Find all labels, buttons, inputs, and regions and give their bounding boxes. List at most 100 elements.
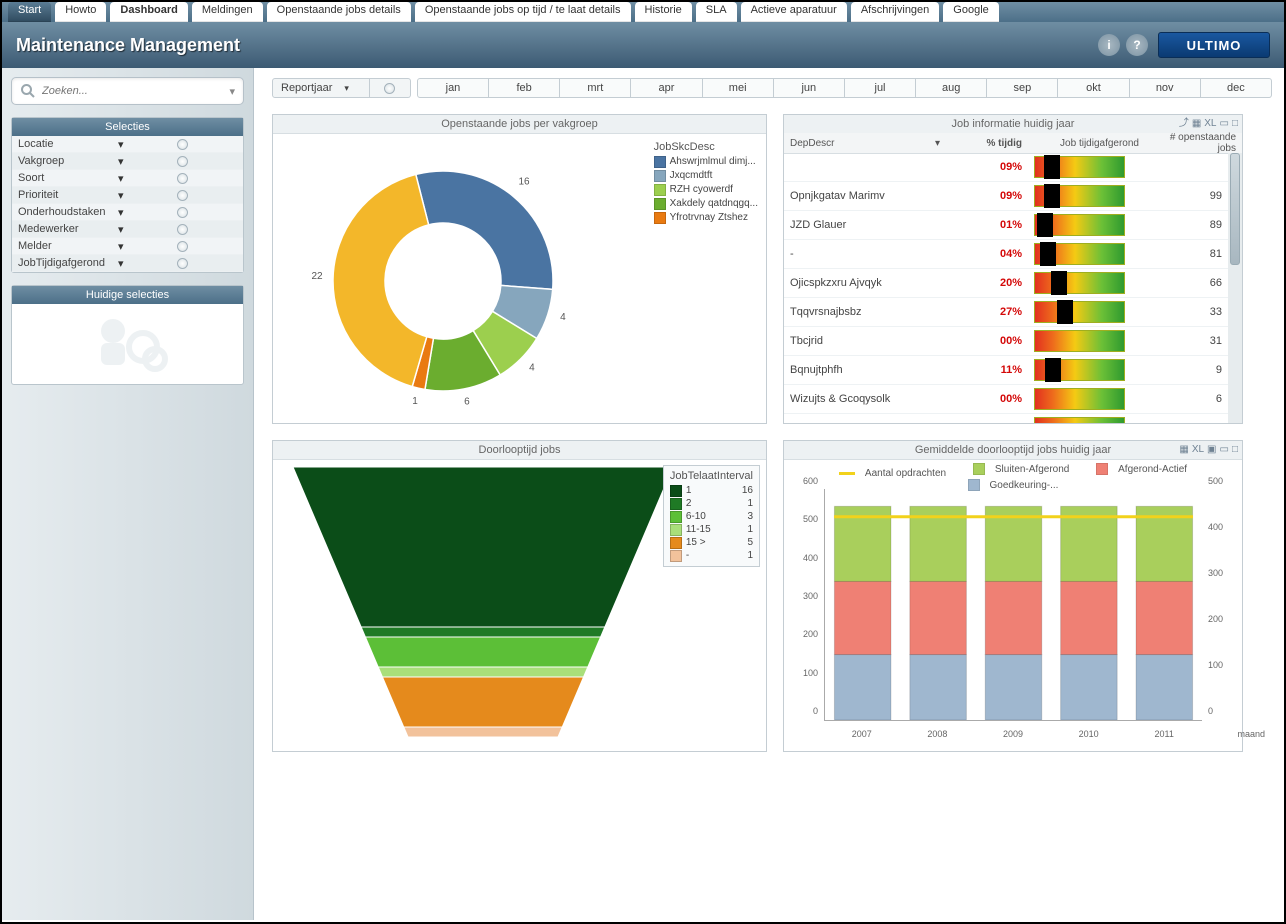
svg-text:22: 22: [311, 271, 323, 282]
search-box[interactable]: ▾: [11, 77, 244, 105]
scrollbar[interactable]: [1228, 153, 1242, 423]
filter-row[interactable]: JobTijdigafgerond▾: [12, 255, 243, 272]
col-job-tijdig[interactable]: Job tijdigafgerond: [1028, 138, 1145, 149]
filter-row[interactable]: Medewerker▾: [12, 221, 243, 238]
selections-panel: Selecties Locatie▾Vakgroep▾Soort▾Priorit…: [11, 117, 244, 273]
tab-afschrijvingen[interactable]: Afschrijvingen: [851, 2, 939, 22]
card-donut-title: Openstaande jobs per vakgroep: [273, 115, 766, 134]
table-row[interactable]: Opnjkgatav Marimv09%99: [784, 182, 1228, 211]
month-mei[interactable]: mei: [703, 78, 774, 98]
tab-google[interactable]: Google: [943, 2, 998, 22]
tab-dashboard[interactable]: Dashboard: [110, 2, 187, 22]
fastforward-icon[interactable]: ▣: [1207, 441, 1216, 459]
filter-clear[interactable]: [128, 190, 237, 201]
chevron-down-icon: ▾: [118, 206, 128, 219]
table-row[interactable]: JZD Glauer01%89: [784, 211, 1228, 240]
month-apr[interactable]: apr: [631, 78, 702, 98]
table-row[interactable]: Wizujts & Gcoqysolk00%6: [784, 385, 1228, 414]
chevron-down-icon: ▾: [118, 223, 128, 236]
legend-swatch-icon: [654, 170, 666, 182]
timeline-clear[interactable]: [370, 78, 411, 98]
filter-label: Melder: [18, 240, 118, 252]
month-jan[interactable]: jan: [417, 78, 489, 98]
filter-row[interactable]: Soort▾: [12, 170, 243, 187]
month-jul[interactable]: jul: [845, 78, 916, 98]
month-jun[interactable]: jun: [774, 78, 845, 98]
tab-sla[interactable]: SLA: [696, 2, 737, 22]
filter-row[interactable]: Locatie▾: [12, 136, 243, 153]
col-depdescr[interactable]: DepDescr▾: [784, 138, 946, 149]
tab-howto[interactable]: Howto: [55, 2, 106, 22]
month-aug[interactable]: aug: [916, 78, 987, 98]
col-pct-tijdig[interactable]: % tijdig: [946, 138, 1028, 149]
xl-icon[interactable]: XL: [1204, 115, 1216, 133]
filter-clear[interactable]: [128, 224, 237, 235]
help-icon[interactable]: ?: [1126, 34, 1148, 56]
month-sep[interactable]: sep: [987, 78, 1058, 98]
month-feb[interactable]: feb: [489, 78, 560, 98]
info-icon[interactable]: i: [1098, 34, 1120, 56]
tab-meldingen[interactable]: Meldingen: [192, 2, 263, 22]
chevron-down-icon[interactable]: ▾: [229, 85, 235, 98]
scrollbar-thumb[interactable]: [1230, 153, 1240, 265]
search-input[interactable]: [40, 84, 229, 98]
month-mrt[interactable]: mrt: [560, 78, 631, 98]
card-combo: Gemiddelde doorlooptijd jobs huidig jaar…: [783, 440, 1243, 752]
table-row[interactable]: Tbcjrid00%31: [784, 327, 1228, 356]
minimize-icon[interactable]: ▭: [1220, 115, 1229, 133]
tab-actieve-aparatuur[interactable]: Actieve aparatuur: [741, 2, 847, 22]
clear-icon: [177, 241, 188, 252]
tab-open-jobs-ontime[interactable]: Openstaande jobs op tijd / te laat detai…: [415, 2, 631, 22]
table-icon[interactable]: ▦: [1179, 441, 1188, 459]
filter-clear[interactable]: [128, 258, 237, 269]
tab-open-jobs-details[interactable]: Openstaande jobs details: [267, 2, 411, 22]
card-donut: Openstaande jobs per vakgroep 16446122 J…: [272, 114, 767, 424]
legend-swatch-icon: [654, 212, 666, 224]
xl-icon[interactable]: XL: [1192, 441, 1204, 459]
filter-row[interactable]: Onderhoudstaken▾: [12, 204, 243, 221]
page-title: Maintenance Management: [16, 35, 240, 56]
filter-row[interactable]: Prioriteit▾: [12, 187, 243, 204]
maximize-icon[interactable]: □: [1232, 115, 1238, 133]
maximize-icon[interactable]: □: [1232, 441, 1238, 459]
current-selections-header: Huidige selecties: [12, 286, 243, 304]
legend-swatch-icon: [654, 198, 666, 210]
minimize-icon[interactable]: ▭: [1220, 441, 1229, 459]
chevron-down-icon: ▾: [118, 240, 128, 253]
table-row[interactable]: Tqqvrsnajbsbz27%33: [784, 298, 1228, 327]
month-dec[interactable]: dec: [1201, 78, 1272, 98]
filter-clear[interactable]: [128, 173, 237, 184]
filter-row[interactable]: Melder▾: [12, 238, 243, 255]
tab-strip: Start Howto Dashboard Meldingen Openstaa…: [2, 2, 1284, 22]
filter-label: Prioriteit: [18, 189, 118, 201]
month-okt[interactable]: okt: [1058, 78, 1129, 98]
reportjaar-select[interactable]: Reportjaar ▾: [272, 78, 370, 98]
chevron-down-icon: ▾: [935, 138, 940, 149]
legend-swatch-icon: [670, 537, 682, 549]
filter-label: Vakgroep: [18, 155, 118, 167]
current-selections-panel: Huidige selecties: [11, 285, 244, 385]
export-icon[interactable]: ⤴: [1179, 115, 1189, 133]
clear-icon: [177, 173, 188, 184]
tab-historie[interactable]: Historie: [635, 2, 692, 22]
main-area: Reportjaar ▾ janfebmrtaprmeijunjulaugsep…: [254, 68, 1284, 920]
combo-chart: [825, 489, 1202, 720]
table-row[interactable]: Bqnujtphfh11%9: [784, 356, 1228, 385]
table-row[interactable]: -04%81: [784, 240, 1228, 269]
table-icon[interactable]: ▦: [1192, 115, 1201, 133]
clear-icon: [177, 224, 188, 235]
month-nov[interactable]: nov: [1130, 78, 1201, 98]
table-row[interactable]: Ojicspkzxru Ajvqyk20%66: [784, 269, 1228, 298]
col-open-jobs[interactable]: # openstaande jobs: [1145, 132, 1242, 154]
table-row[interactable]: 09%: [784, 153, 1228, 182]
chevron-down-icon: ▾: [118, 172, 128, 185]
tab-start[interactable]: Start: [8, 2, 51, 22]
filter-row[interactable]: Vakgroep▾: [12, 153, 243, 170]
filter-clear[interactable]: [128, 207, 237, 218]
chevron-down-icon: ▾: [118, 257, 128, 270]
filter-clear[interactable]: [128, 156, 237, 167]
table-row[interactable]: Ktnfshnknx00%4: [784, 414, 1228, 423]
filter-clear[interactable]: [128, 241, 237, 252]
filter-clear[interactable]: [128, 139, 237, 150]
legend-line-icon: [839, 472, 855, 475]
